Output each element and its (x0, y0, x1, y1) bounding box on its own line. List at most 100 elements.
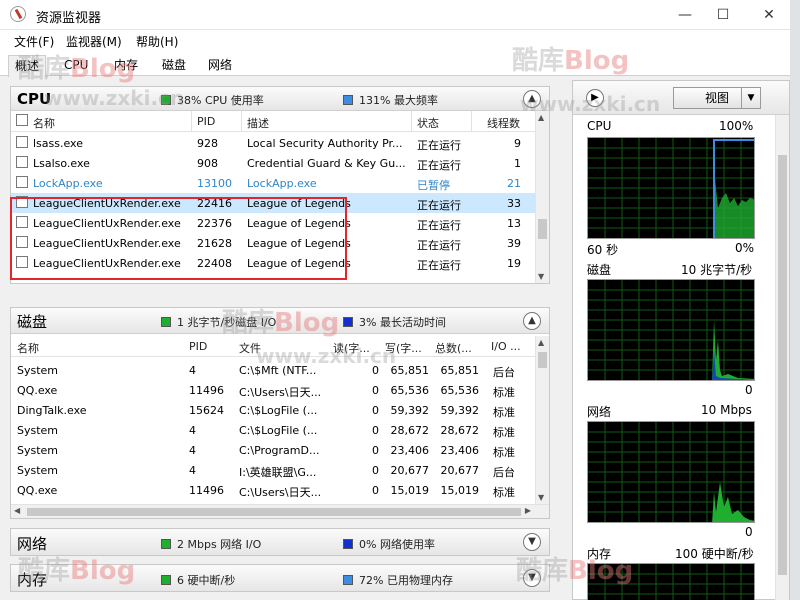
cell-desc: Local Security Authority Pr... (247, 137, 403, 150)
table-row[interactable]: QQ.exe 11496 C:\Users\日天... 0 15,019 15,019 标准 (11, 480, 535, 500)
col-total[interactable]: 总数(... (435, 340, 472, 356)
row-checkbox[interactable] (16, 176, 28, 188)
cell-threads: 39 (507, 237, 521, 250)
col-description[interactable]: 描述 (247, 115, 269, 131)
disk-section-header[interactable]: 磁盘 1 兆字节/秒磁盘 I/O 3% 最长活动时间 ▲ (11, 308, 549, 334)
scroll-thumb[interactable] (27, 508, 521, 516)
table-row[interactable]: System 4 C:\$Mft (NTF... 0 65,851 65,851 后台 (11, 360, 535, 380)
menu-monitor[interactable]: 监视器(M) (66, 33, 122, 50)
cell-name: Lsalso.exe (33, 157, 90, 170)
cell-file: C:\$LogFile (... (239, 424, 318, 437)
column-divider (241, 111, 242, 132)
disk-vertical-scrollbar[interactable]: ▲ ▼ (535, 336, 549, 504)
disk-graph-svg (588, 280, 754, 380)
table-row[interactable]: Lsalso.exe 908 Credential Guard & Key Gu..… (11, 153, 535, 173)
menu-help[interactable]: 帮助(H) (136, 33, 178, 50)
cell-threads: 13 (507, 217, 521, 230)
collapse-disk-icon[interactable]: ▲ (523, 312, 541, 330)
cell-name: QQ.exe (17, 384, 58, 397)
maximize-button[interactable]: ☐ (700, 0, 746, 30)
cell-write: 59,392 (390, 404, 430, 417)
network-section-title: 网络 (17, 535, 48, 553)
col-name[interactable]: 名称 (17, 340, 39, 356)
collapse-cpu-icon[interactable]: ▲ (523, 90, 541, 108)
tab-overview[interactable]: 概述 (8, 55, 47, 77)
cell-status: 正在运行 (417, 219, 461, 232)
row-checkbox[interactable] (16, 136, 28, 148)
table-row[interactable]: System 4 I:\英雄联盟\G... 0 20,677 20,677 后台 (11, 460, 535, 480)
cpu-usage-area (714, 168, 754, 238)
app-icon (10, 6, 26, 22)
collapse-panel-icon[interactable]: ▶ (586, 89, 604, 107)
table-row[interactable]: lsass.exe 928 Local Security Authority Pr.… (11, 133, 535, 153)
column-divider (411, 111, 412, 132)
cpu-graph-min: 0% (735, 241, 755, 255)
scroll-thumb[interactable] (538, 352, 547, 368)
scroll-thumb[interactable] (538, 219, 547, 239)
disk-section-title: 磁盘 (17, 313, 48, 331)
cell-total: 65,851 (440, 364, 480, 377)
graph-panel-scrollbar[interactable] (775, 115, 789, 600)
table-row[interactable]: QQ.exe 11496 C:\Users\日天... 0 65,536 65,536 标准 (11, 380, 535, 400)
menu-bar: 文件(F) 监视器(M) 帮助(H) (0, 30, 800, 50)
menu-file[interactable]: 文件(F) (14, 33, 54, 50)
disk-graph-min: 0 (745, 383, 753, 397)
table-row[interactable]: System 4 C:\$LogFile (... 0 28,672 28,672 标准 (11, 420, 535, 440)
view-dropdown-icon[interactable]: ▼ (741, 87, 761, 109)
expand-memory-icon[interactable]: ▼ (523, 569, 541, 587)
row-checkbox[interactable] (16, 156, 28, 168)
cell-total: 15,019 (440, 484, 480, 497)
network-graph-svg (588, 422, 754, 522)
table-row[interactable]: LockApp.exe 13100 LockApp.exe 已暂停 21 (11, 173, 535, 193)
close-button[interactable]: ✕ (746, 0, 792, 30)
memory-used-stat: 72% 已用物理内存 (343, 572, 453, 588)
col-threads[interactable]: 线程数 (487, 115, 520, 131)
tab-memory[interactable]: 内存 (108, 55, 144, 76)
col-io-priority[interactable]: I/O ... (491, 340, 521, 353)
scroll-up-icon[interactable]: ▲ (538, 113, 544, 122)
cpu-section-header[interactable]: CPU 38% CPU 使用率 131% 最大频率 ▲ (11, 87, 549, 111)
tab-network[interactable]: 网络 (202, 55, 238, 76)
memory-fault-stat: 6 硬中断/秒 (161, 572, 235, 588)
cell-pid: 908 (197, 157, 218, 170)
network-section-header[interactable]: 网络 2 Mbps 网络 I/O 0% 网络使用率 ▼ (10, 528, 550, 556)
scroll-down-icon[interactable]: ▼ (538, 272, 544, 281)
table-row[interactable]: DingTalk.exe 15624 C:\$LogFile (... 0 59,392… (11, 400, 535, 420)
expand-network-icon[interactable]: ▼ (523, 533, 541, 551)
cell-status: 正在运行 (417, 259, 461, 272)
col-file[interactable]: 文件 (239, 340, 261, 356)
col-pid[interactable]: PID (197, 115, 215, 128)
network-usage-text: 0% 网络使用率 (359, 538, 435, 551)
tab-cpu[interactable]: CPU (58, 55, 94, 76)
cell-total: 20,677 (440, 464, 480, 477)
scroll-right-icon[interactable]: ▶ (525, 506, 531, 515)
table-row[interactable]: System 4 C:\ProgramD... 0 23,406 23,406 标准 (11, 440, 535, 460)
disk-horizontal-scrollbar[interactable]: ◀ ▶ (11, 504, 549, 518)
column-divider (191, 111, 192, 132)
cpu-graph-svg (588, 138, 754, 238)
col-read[interactable]: 读(字... (333, 340, 370, 356)
cell-total: 65,536 (440, 384, 480, 397)
tab-disk[interactable]: 磁盘 (156, 55, 192, 76)
cell-threads: 1 (514, 157, 521, 170)
cpu-vertical-scrollbar[interactable]: ▲ ▼ (535, 111, 549, 283)
memory-section-header[interactable]: 内存 6 硬中断/秒 72% 已用物理内存 ▼ (10, 564, 550, 592)
col-status[interactable]: 状态 (417, 115, 439, 131)
select-all-checkbox[interactable] (16, 114, 28, 126)
cell-read: 0 (372, 464, 379, 477)
cell-desc: LockApp.exe (247, 177, 317, 190)
disk-table-header: 名称 PID 文件 读(字... 写(字... 总数(... I/O ... (11, 336, 535, 357)
scroll-thumb[interactable] (778, 155, 787, 575)
cell-pid: 4 (189, 424, 196, 437)
col-pid[interactable]: PID (189, 340, 207, 353)
col-name[interactable]: 名称 (33, 115, 55, 131)
col-write[interactable]: 写(字... (385, 340, 422, 356)
cell-total: 23,406 (440, 444, 480, 457)
cell-file: C:\$LogFile (... (239, 404, 318, 417)
scroll-left-icon[interactable]: ◀ (14, 506, 20, 515)
scroll-down-icon[interactable]: ▼ (538, 493, 544, 502)
network-io-stat: 2 Mbps 网络 I/O (161, 536, 261, 552)
scroll-up-icon[interactable]: ▲ (538, 338, 544, 347)
cell-file: I:\英雄联盟\G... (239, 466, 317, 479)
cpu-section-title: CPU (17, 90, 52, 108)
